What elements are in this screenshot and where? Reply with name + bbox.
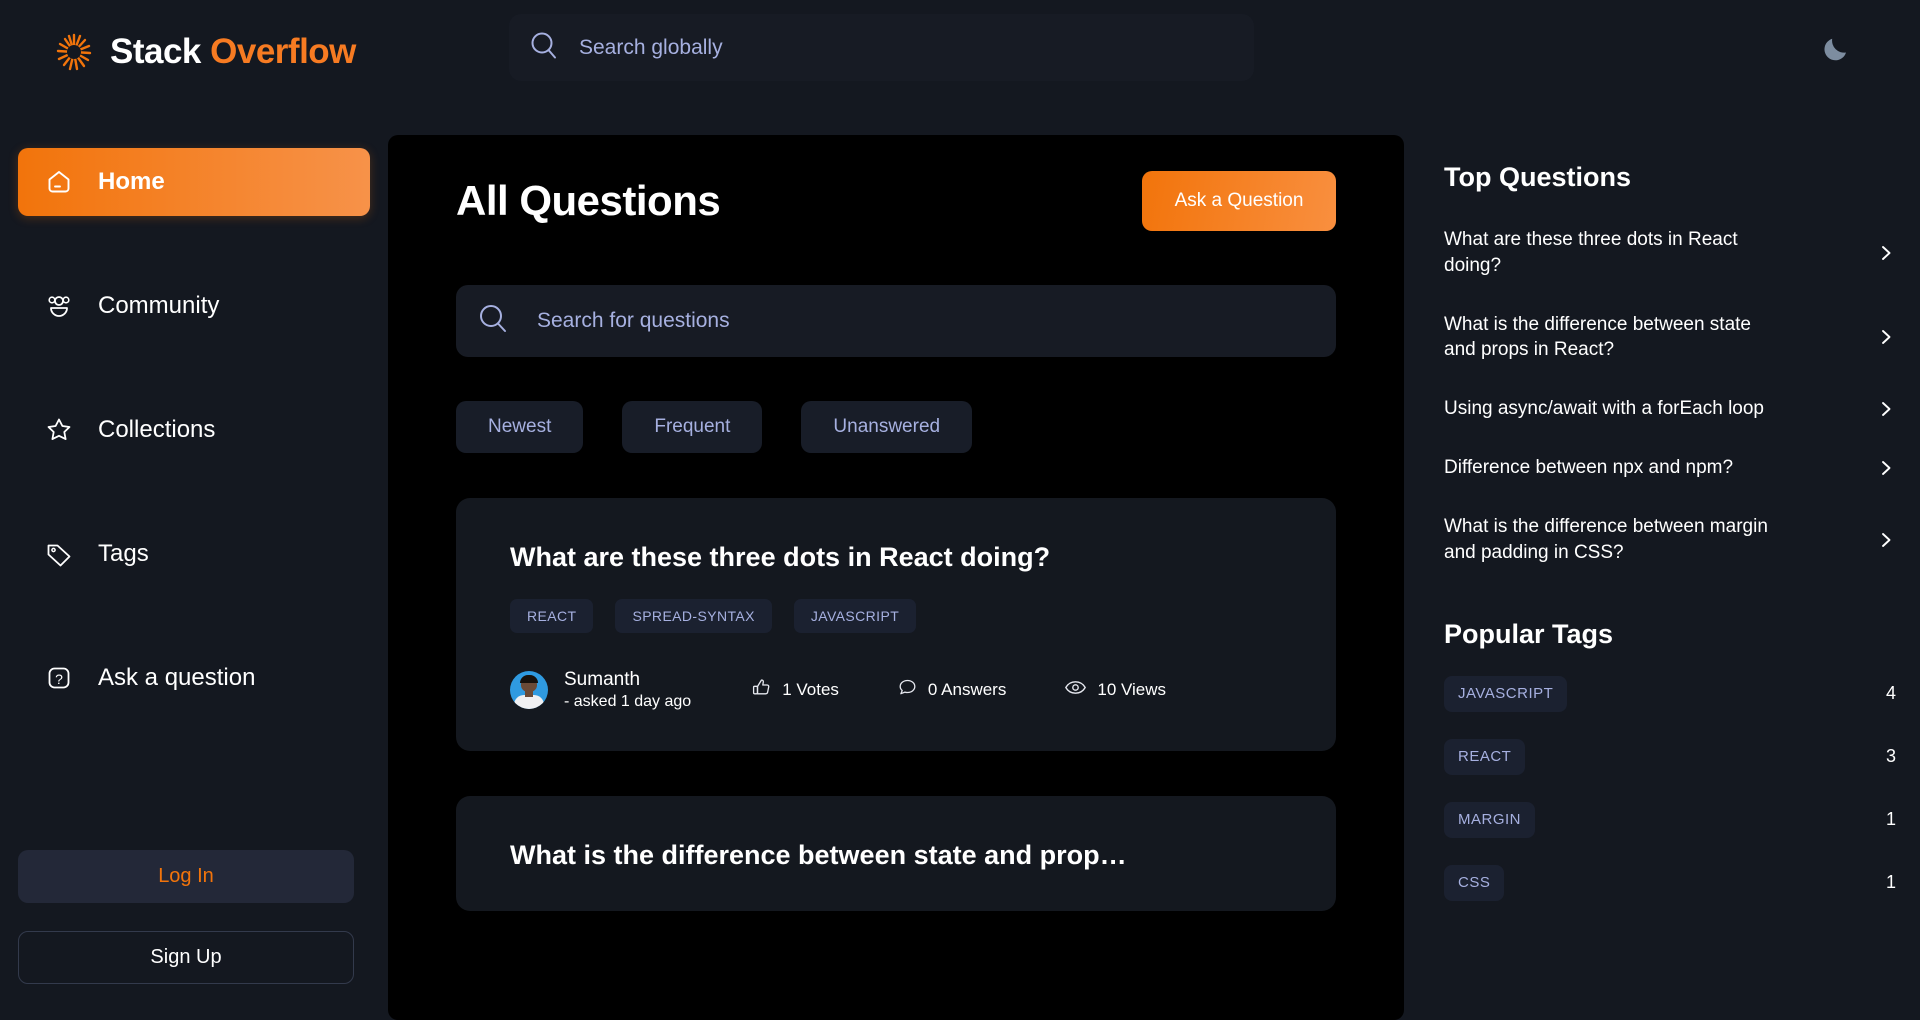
home-icon xyxy=(42,165,76,199)
ask-a-question-button[interactable]: Ask a Question xyxy=(1142,171,1336,231)
brand-name: Stack Overflow xyxy=(110,32,356,72)
top-question-item[interactable]: What is the difference between margin an… xyxy=(1444,507,1906,573)
question-title[interactable]: What are these three dots in React doing… xyxy=(510,542,1282,573)
sunburst-icon xyxy=(52,30,96,74)
filter-tab-unanswered[interactable]: Unanswered xyxy=(801,401,973,453)
chevron-right-icon xyxy=(1876,530,1896,550)
popular-tag-count: 4 xyxy=(1885,683,1896,704)
top-question-item[interactable]: What is the difference between state and… xyxy=(1444,305,1906,371)
question-title[interactable]: What is the difference between state and… xyxy=(510,840,1282,871)
answers-label: 0 Answers xyxy=(927,680,1007,699)
sidebar-item-collections[interactable]: Collections xyxy=(18,396,370,464)
sidebar-nav: Home Community Collections Tags ? Ask a … xyxy=(0,148,388,712)
top-navbar: Stack Overflow Search globally xyxy=(0,0,1920,110)
top-question-label: What is the difference between margin an… xyxy=(1444,515,1768,563)
top-questions-title: Top Questions xyxy=(1444,162,1631,192)
tag-icon xyxy=(42,537,76,571)
app-root: Stack Overflow Search globally Home Comm… xyxy=(0,0,1920,1020)
sidebar-item-community[interactable]: Community xyxy=(18,272,370,340)
top-question-label: What is the difference between state and… xyxy=(1444,313,1751,361)
question-card[interactable]: What are these three dots in React doing… xyxy=(456,498,1336,751)
chevron-right-icon xyxy=(1876,327,1896,347)
votes-stat: 1 Votes xyxy=(751,677,839,703)
question-card[interactable]: What is the difference between state and… xyxy=(456,796,1336,911)
top-questions-list: What are these three dots in React doing… xyxy=(1444,220,1906,573)
asked-timestamp: - asked 1 day ago xyxy=(564,693,692,710)
auth-buttons: Log In Sign Up xyxy=(18,850,354,984)
brand-logo[interactable]: Stack Overflow xyxy=(52,30,356,74)
login-button[interactable]: Log In xyxy=(18,850,354,903)
question-stats: 1 Votes 0 Answers 10 Views xyxy=(751,676,1166,704)
signup-button[interactable]: Sign Up xyxy=(18,931,354,984)
popular-tag-chip[interactable]: CSS xyxy=(1444,864,1505,901)
top-question-label: Using async/await with a forEach loop xyxy=(1444,398,1764,420)
top-question-item[interactable]: What are these three dots in React doing… xyxy=(1444,220,1906,286)
brand-name-first: Stack xyxy=(110,32,201,71)
question-author[interactable]: Sumanth - asked 1 day ago xyxy=(510,669,691,711)
search-icon xyxy=(476,302,509,340)
question-tag[interactable]: JAVASCRIPT xyxy=(793,599,917,633)
author-name: Sumanth xyxy=(564,669,641,690)
popular-tag-chip[interactable]: REACT xyxy=(1444,738,1526,775)
brand-name-second: Overflow xyxy=(210,32,356,71)
chevron-right-icon xyxy=(1876,243,1896,263)
popular-tag-row[interactable]: REACT 3 xyxy=(1444,738,1906,775)
avatar xyxy=(510,671,548,709)
question-tag[interactable]: REACT xyxy=(510,599,594,633)
main-header: All Questions Ask a Question xyxy=(456,135,1336,231)
sidebar-item-tags[interactable]: Tags xyxy=(18,520,370,588)
svg-text:?: ? xyxy=(55,671,63,687)
popular-tag-chip[interactable]: MARGIN xyxy=(1444,801,1535,838)
left-sidebar: Home Community Collections Tags ? Ask a … xyxy=(0,110,388,1020)
votes-label: 1 Votes xyxy=(782,680,839,699)
comment-icon xyxy=(897,677,918,703)
sidebar-item-label: Community xyxy=(98,292,220,319)
views-stat: 10 Views xyxy=(1064,676,1166,704)
filter-tab-newest[interactable]: Newest xyxy=(456,401,584,453)
chevron-right-icon xyxy=(1876,458,1896,478)
filter-tabs: Newest Frequent Unanswered xyxy=(456,401,1336,453)
question-tag[interactable]: SPREAD-SYNTAX xyxy=(615,599,772,633)
question-search-bar[interactable]: Search for questions xyxy=(456,285,1336,357)
popular-tag-row[interactable]: MARGIN 1 xyxy=(1444,801,1906,838)
top-question-item[interactable]: Difference between npx and npm? xyxy=(1444,448,1906,488)
filter-tab-frequent[interactable]: Frequent xyxy=(622,401,763,453)
question-tag-list: REACT SPREAD-SYNTAX JAVASCRIPT xyxy=(510,599,1282,633)
sidebar-item-label: Tags xyxy=(98,540,149,567)
chevron-right-icon xyxy=(1876,399,1896,419)
question-search-input[interactable]: Search for questions xyxy=(537,309,730,333)
top-question-label: What are these three dots in React doing… xyxy=(1444,229,1738,276)
global-search-input[interactable]: Search globally xyxy=(579,36,723,60)
people-icon xyxy=(42,289,76,323)
right-sidebar: Top Questions What are these three dots … xyxy=(1430,135,1920,1020)
popular-tag-row[interactable]: CSS 1 xyxy=(1444,864,1906,901)
global-search-bar[interactable]: Search globally xyxy=(509,14,1254,81)
search-icon xyxy=(528,30,559,66)
answers-stat: 0 Answers xyxy=(897,677,1006,703)
sidebar-item-label: Ask a question xyxy=(98,664,256,691)
sidebar-item-label: Collections xyxy=(98,416,216,443)
popular-tag-count: 3 xyxy=(1885,746,1896,767)
main-content: All Questions Ask a Question Search for … xyxy=(388,135,1404,1020)
top-question-item[interactable]: Using async/await with a forEach loop xyxy=(1444,389,1906,429)
sidebar-item-home[interactable]: Home xyxy=(18,148,370,216)
thumbs-up-icon xyxy=(751,677,772,703)
popular-tags-title: Popular Tags xyxy=(1444,618,1614,649)
popular-tag-count: 1 xyxy=(1885,872,1896,893)
moon-icon[interactable] xyxy=(1820,32,1854,66)
top-question-label: Difference between npx and npm? xyxy=(1444,457,1734,479)
star-icon xyxy=(42,413,76,447)
sidebar-item-ask-a-question[interactable]: ? Ask a question xyxy=(18,644,370,712)
views-label: 10 Views xyxy=(1097,680,1167,699)
popular-tag-row[interactable]: JAVASCRIPT 4 xyxy=(1444,675,1906,712)
popular-tag-count: 1 xyxy=(1885,809,1896,830)
page-title: All Questions xyxy=(456,177,721,224)
question-mark-icon: ? xyxy=(42,661,76,695)
sidebar-item-label: Home xyxy=(98,168,165,195)
popular-tags-list: JAVASCRIPT 4 REACT 3 MARGIN 1 CSS 1 xyxy=(1444,675,1906,901)
question-meta: Sumanth - asked 1 day ago 1 Votes 0 Answ… xyxy=(510,669,1282,711)
eye-icon xyxy=(1064,676,1087,704)
popular-tag-chip[interactable]: JAVASCRIPT xyxy=(1444,675,1568,712)
